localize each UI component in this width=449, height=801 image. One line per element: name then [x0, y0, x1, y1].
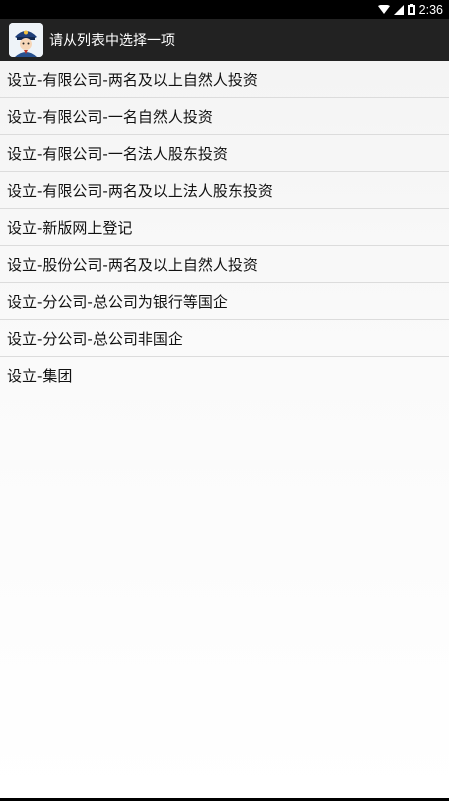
- list-item[interactable]: 设立-有限公司-两名及以上法人股东投资: [0, 172, 449, 209]
- wifi-icon: [377, 4, 390, 15]
- list-item[interactable]: 设立-股份公司-两名及以上自然人投资: [0, 246, 449, 283]
- list-item[interactable]: 设立-有限公司-两名及以上自然人投资: [0, 61, 449, 98]
- page-title: 请从列表中选择一项: [49, 33, 175, 49]
- battery-icon: [407, 4, 415, 15]
- list-item[interactable]: 设立-分公司-总公司为银行等国企: [0, 283, 449, 320]
- status-bar: 2:36: [0, 0, 449, 19]
- signal-icon: [393, 4, 404, 15]
- police-avatar-icon[interactable]: [9, 23, 43, 57]
- list-item[interactable]: 设立-集团: [0, 357, 449, 394]
- list-item[interactable]: 设立-有限公司-一名自然人投资: [0, 98, 449, 135]
- list-item[interactable]: 设立-新版网上登记: [0, 209, 449, 246]
- list-item[interactable]: 设立-有限公司-一名法人股东投资: [0, 135, 449, 172]
- status-time: 2:36: [418, 2, 443, 17]
- option-list: 设立-有限公司-两名及以上自然人投资 设立-有限公司-一名自然人投资 设立-有限…: [0, 61, 449, 798]
- action-bar: 请从列表中选择一项: [0, 19, 449, 61]
- list-item[interactable]: 设立-分公司-总公司非国企: [0, 320, 449, 357]
